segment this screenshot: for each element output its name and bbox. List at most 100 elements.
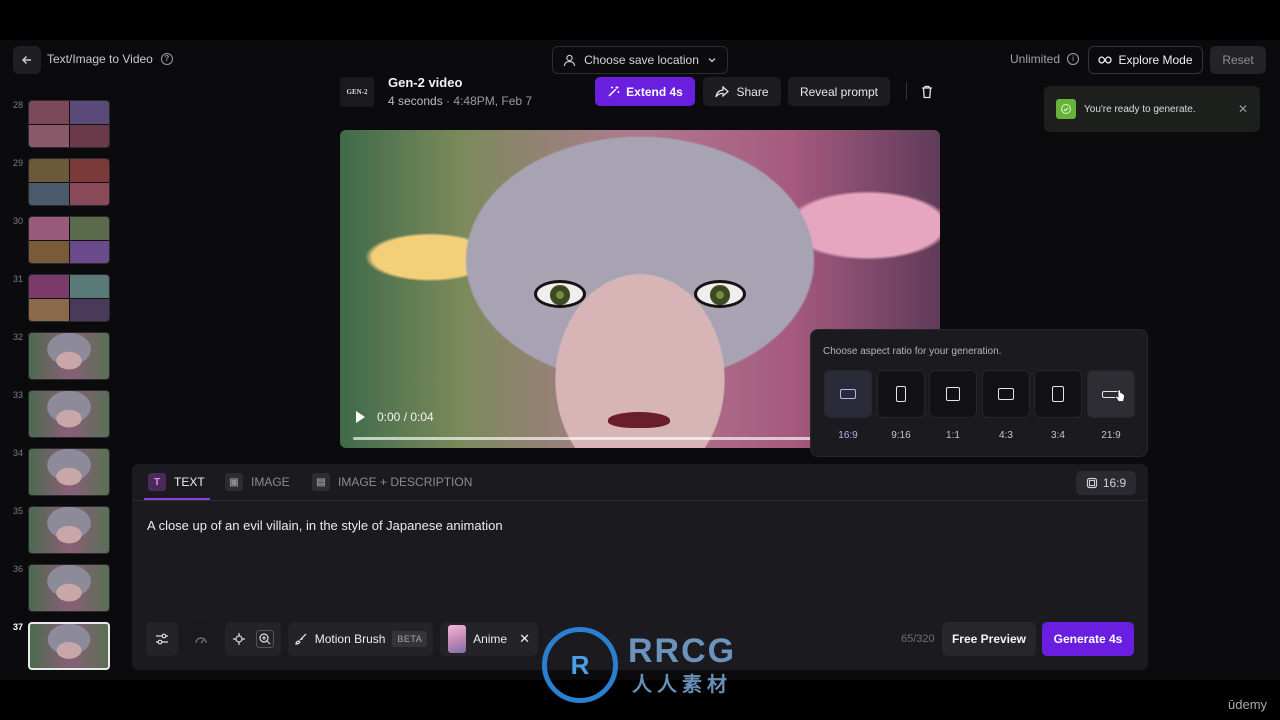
history-item[interactable]: 37 — [10, 622, 114, 674]
thumbnail-cell — [69, 275, 109, 298]
history-item[interactable]: 36 — [10, 564, 114, 616]
text-type-icon: T — [148, 473, 166, 491]
udemy-watermark: ūdemy — [1228, 697, 1268, 712]
motion-brush-button[interactable]: Motion Brush BETA — [288, 622, 433, 656]
aspect-label-4-3: 4:3 — [999, 430, 1013, 441]
extend-button[interactable]: Extend 4s — [595, 77, 695, 106]
history-item[interactable]: 28 — [10, 100, 114, 152]
tab-image[interactable]: ▣ IMAGE — [225, 473, 290, 491]
history-item[interactable]: 30 — [10, 216, 114, 268]
image-description-icon: ▤ — [312, 473, 330, 491]
player-progress-bar[interactable] — [353, 437, 813, 440]
help-icon[interactable]: ? — [160, 53, 173, 65]
sliders-icon — [156, 633, 168, 645]
video-timestamp: 4:48PM, Feb 7 — [453, 94, 533, 108]
aspect-ratio-button[interactable]: 16:9 — [1076, 471, 1136, 495]
thumbnail-cell — [29, 124, 69, 147]
camera-motion-button[interactable] — [185, 622, 217, 656]
history-item-number: 29 — [13, 158, 24, 168]
generate-button[interactable]: Generate 4s — [1042, 622, 1134, 656]
history-item-number: 34 — [13, 448, 24, 458]
close-icon[interactable]: ✕ — [1238, 102, 1248, 116]
watermark-sub: 人人素材 — [632, 674, 732, 696]
share-icon — [715, 85, 730, 97]
ready-toast: You're ready to generate. ✕ — [1044, 86, 1260, 132]
history-item[interactable]: 31 — [10, 274, 114, 326]
video-title: Gen-2 video — [388, 75, 463, 90]
aspect-option-21-9[interactable] — [1087, 370, 1135, 418]
info-icon[interactable]: i — [1067, 53, 1080, 65]
ratio-16-9-icon — [840, 389, 856, 399]
explore-mode-button[interactable]: Explore Mode — [1088, 46, 1203, 74]
free-preview-button[interactable]: Free Preview — [942, 622, 1036, 656]
aspect-label-21-9: 21:9 — [1101, 430, 1121, 441]
back-button[interactable] — [13, 46, 41, 74]
camera-controls-group — [225, 622, 281, 656]
image-icon: ▣ — [225, 473, 243, 491]
history-item-number: 35 — [13, 506, 24, 516]
aspect-option-1-1[interactable] — [929, 370, 977, 418]
user-icon — [564, 54, 576, 66]
history-item[interactable]: 35 — [10, 506, 114, 558]
history-thumbnail — [28, 332, 110, 380]
style-chip[interactable]: Anime ✕ — [440, 622, 538, 656]
close-icon[interactable]: ✕ — [519, 631, 530, 647]
thumbnail-cell — [29, 298, 69, 321]
save-location-button[interactable]: Choose save location — [552, 46, 728, 74]
reveal-prompt-label: Reveal prompt — [799, 84, 879, 99]
video-duration: 4 seconds — [388, 94, 443, 108]
watermark-brand: RRCG — [628, 632, 737, 670]
plan-label: Unlimited — [1010, 52, 1061, 66]
arrow-left-icon — [21, 55, 31, 65]
aspect-option-4-3[interactable] — [982, 370, 1030, 418]
camera-rotate-icon[interactable] — [232, 632, 246, 646]
tab-text-label: TEXT — [174, 475, 205, 489]
divider — [906, 82, 907, 100]
share-label: Share — [736, 84, 769, 99]
thumbnail-cell — [29, 240, 69, 263]
page-title-text: Text/Image to Video — [47, 52, 153, 66]
history-item-number: 33 — [13, 390, 24, 400]
history-thumbnail — [28, 100, 110, 148]
history-thumbnail — [28, 564, 110, 612]
share-button[interactable]: Share — [703, 77, 781, 106]
watermark-logo: R — [542, 627, 618, 703]
top-bar: Text/Image to Video ? Choose save locati… — [0, 40, 1280, 80]
thumbnail-cell — [69, 298, 109, 321]
tab-image-description-label: IMAGE + DESCRIPTION — [338, 475, 473, 489]
delete-button[interactable] — [916, 82, 938, 102]
zoom-in-icon[interactable] — [256, 630, 274, 648]
ratio-9-16-icon — [896, 386, 906, 402]
reset-button[interactable]: Reset — [1210, 46, 1266, 74]
thumbnail-cell — [29, 182, 69, 205]
history-thumbnail — [28, 622, 110, 670]
tab-text[interactable]: T TEXT — [148, 473, 205, 491]
style-label: Anime — [473, 632, 508, 646]
beta-badge: BETA — [392, 631, 428, 647]
history-item[interactable]: 34 — [10, 448, 114, 500]
reveal-prompt-button[interactable]: Reveal prompt — [788, 77, 890, 106]
ratio-1-1-icon — [946, 387, 960, 401]
aspect-option-3-4[interactable] — [1034, 370, 1082, 418]
play-icon[interactable] — [356, 411, 365, 423]
history-item[interactable]: 32 — [10, 332, 114, 384]
video-frame-lips — [608, 412, 670, 428]
settings-button[interactable] — [146, 622, 178, 656]
history-item[interactable]: 29 — [10, 158, 114, 210]
explore-mode-label: Explore Mode — [1118, 53, 1193, 67]
style-thumbnail — [448, 625, 467, 653]
aspect-ratio-title: Choose aspect ratio for your generation. — [823, 346, 1002, 357]
tab-image-description[interactable]: ▤ IMAGE + DESCRIPTION — [312, 473, 472, 491]
video-frame-eye-right — [694, 280, 746, 308]
history-thumbnail — [28, 448, 110, 496]
thumbnail-cell — [69, 217, 109, 240]
tab-image-label: IMAGE — [251, 475, 290, 489]
video-frame-eye-left — [534, 280, 586, 308]
aspect-option-9-16[interactable] — [877, 370, 925, 418]
thumbnail-cell — [69, 101, 109, 124]
check-icon — [1056, 99, 1076, 119]
prompt-textarea[interactable]: A close up of an evil villain, in the st… — [147, 518, 503, 533]
history-item[interactable]: 33 — [10, 390, 114, 442]
history-thumbnail — [28, 390, 110, 438]
aspect-option-16-9[interactable] — [824, 370, 872, 418]
